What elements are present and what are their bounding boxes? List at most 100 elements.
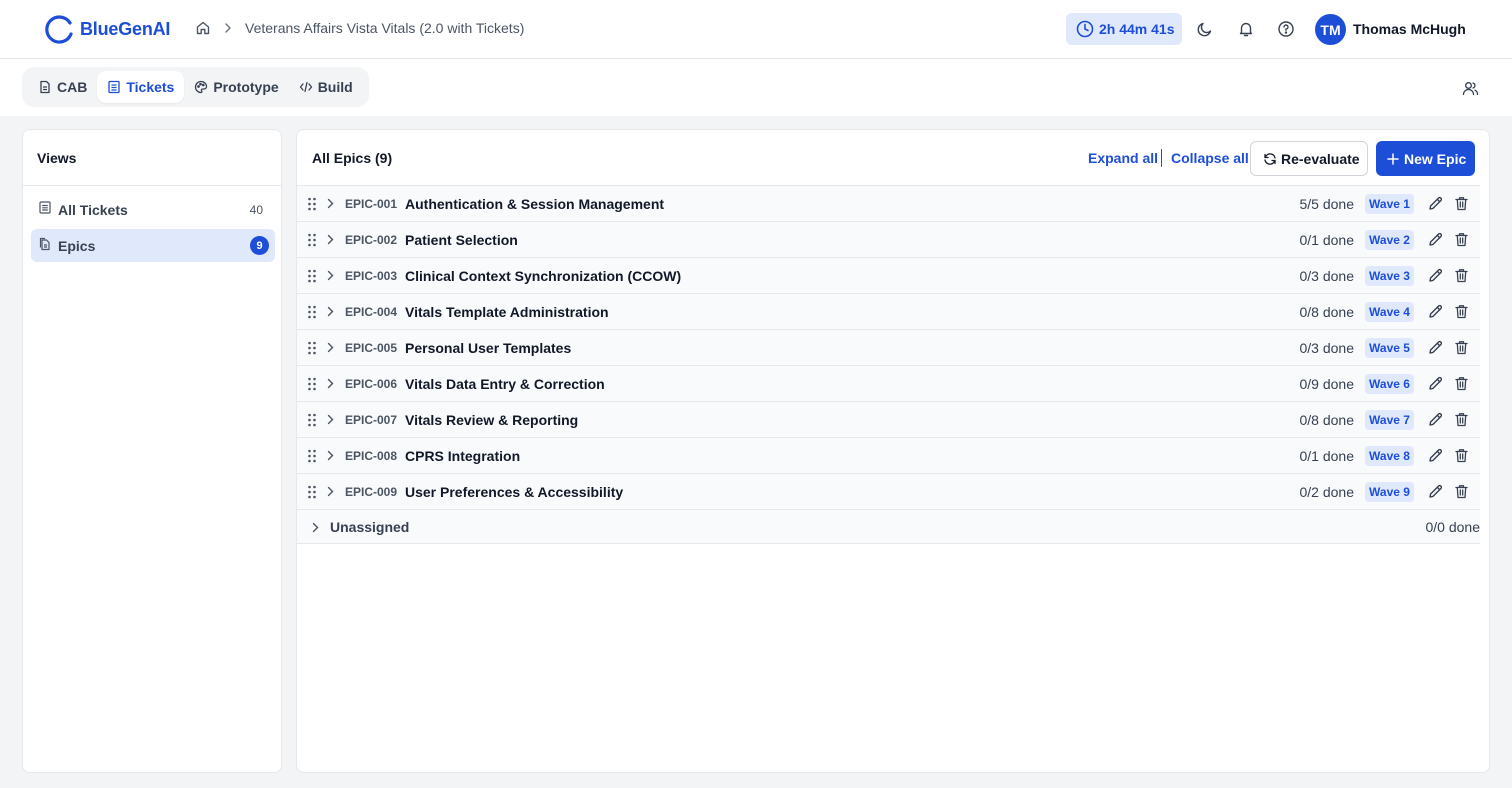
epic-progress: 0/1 done <box>1299 448 1355 464</box>
logo-icon <box>45 15 73 44</box>
users-icon[interactable] <box>1462 80 1479 97</box>
home-icon[interactable] <box>195 20 211 36</box>
pencil-icon[interactable] <box>1428 484 1443 499</box>
epic-progress: 5/5 done <box>1299 196 1355 212</box>
pencil-icon[interactable] <box>1428 340 1443 355</box>
pencil-icon[interactable] <box>1428 304 1443 319</box>
tab-prototype[interactable]: Prototype <box>184 71 288 103</box>
drag-handle-icon[interactable] <box>307 413 317 427</box>
code-icon <box>299 81 312 93</box>
drag-handle-icon[interactable] <box>307 377 317 391</box>
new-epic-button[interactable]: New Epic <box>1376 141 1475 176</box>
unassigned-label: Unassigned <box>330 519 410 535</box>
trash-icon[interactable] <box>1455 448 1468 463</box>
trash-icon[interactable] <box>1455 484 1468 499</box>
epic-id: EPIC-006 <box>345 377 398 391</box>
wave-badge: Wave 7 <box>1365 410 1414 430</box>
drag-handle-icon[interactable] <box>307 233 317 247</box>
epic-row[interactable]: EPIC-008 CPRS Integration 0/1 done Wave … <box>297 437 1480 473</box>
unassigned-group[interactable]: Unassigned 0/0 done <box>297 509 1480 544</box>
plus-icon <box>1387 152 1399 165</box>
palette-icon <box>195 80 208 94</box>
breadcrumb-project[interactable]: Veterans Affairs Vista Vitals (2.0 with … <box>245 20 524 36</box>
breadcrumb: Veterans Affairs Vista Vitals (2.0 with … <box>195 20 524 36</box>
wave-badge: Wave 6 <box>1365 374 1414 394</box>
drag-handle-icon[interactable] <box>307 197 317 211</box>
pencil-icon[interactable] <box>1428 448 1443 463</box>
moon-icon[interactable] <box>1196 20 1214 38</box>
drag-handle-icon[interactable] <box>307 305 317 319</box>
epic-row[interactable]: EPIC-005 Personal User Templates 0/3 don… <box>297 329 1480 365</box>
pencil-icon[interactable] <box>1428 376 1443 391</box>
trash-icon[interactable] <box>1455 412 1468 427</box>
collapse-all-button[interactable]: Collapse all <box>1171 150 1249 166</box>
chevron-right-icon[interactable] <box>324 377 337 390</box>
chevron-right-icon[interactable] <box>309 521 322 534</box>
pencil-icon[interactable] <box>1428 412 1443 427</box>
sidebar-item-count-badge: 9 <box>250 236 269 255</box>
unassigned-progress: 0/0 done <box>1425 519 1481 535</box>
sidebar-item-count: 40 <box>249 202 263 217</box>
chevron-right-icon[interactable] <box>324 413 337 426</box>
refresh-icon <box>1264 152 1276 165</box>
epic-title: CPRS Integration <box>405 448 521 464</box>
chevron-right-icon[interactable] <box>324 233 337 246</box>
tab-label: Build <box>317 79 353 95</box>
tab-build[interactable]: Build <box>289 71 363 103</box>
wave-badge: Wave 2 <box>1365 230 1414 250</box>
app-logo[interactable]: BlueGenAI <box>44 14 170 44</box>
epic-row[interactable]: EPIC-002 Patient Selection 0/1 done Wave… <box>297 221 1480 257</box>
bell-icon[interactable] <box>1237 20 1255 38</box>
drag-handle-icon[interactable] <box>307 341 317 355</box>
chevron-right-icon[interactable] <box>324 341 337 354</box>
tab-label: CAB <box>57 79 88 95</box>
pencil-icon[interactable] <box>1428 268 1443 283</box>
new-epic-label: New Epic <box>1404 150 1467 167</box>
epic-row[interactable]: EPIC-003 Clinical Context Synchronizatio… <box>297 257 1480 293</box>
clock-icon <box>1076 20 1094 38</box>
sidebar-item-all-tickets[interactable]: All Tickets 40 <box>31 193 275 226</box>
pencil-icon[interactable] <box>1428 196 1443 211</box>
sidebar-item-label: All Tickets <box>58 201 128 218</box>
wave-badge: Wave 4 <box>1365 302 1414 322</box>
sidebar-item-epics[interactable]: Epics 9 <box>31 229 275 262</box>
epic-row[interactable]: EPIC-006 Vitals Data Entry & Correction … <box>297 365 1480 401</box>
chevron-right-icon[interactable] <box>324 269 337 282</box>
drag-handle-icon[interactable] <box>307 485 317 499</box>
wave-badge: Wave 8 <box>1365 446 1414 466</box>
chevron-right-icon[interactable] <box>324 485 337 498</box>
epic-title: Authentication & Session Management <box>405 196 665 212</box>
trash-icon[interactable] <box>1455 268 1468 283</box>
trash-icon[interactable] <box>1455 376 1468 391</box>
epic-row[interactable]: EPIC-007 Vitals Review & Reporting 0/8 d… <box>297 401 1480 437</box>
tab-label: Prototype <box>213 79 279 95</box>
help-icon[interactable] <box>1277 20 1295 38</box>
epic-id: EPIC-007 <box>345 413 398 427</box>
drag-handle-icon[interactable] <box>307 269 317 283</box>
epic-row[interactable]: EPIC-001 Authentication & Session Manage… <box>297 185 1480 221</box>
drag-handle-icon[interactable] <box>307 449 317 463</box>
chevron-right-icon[interactable] <box>324 197 337 210</box>
trash-icon[interactable] <box>1455 196 1468 211</box>
tab-tickets[interactable]: Tickets <box>97 71 185 103</box>
avatar[interactable]: TM <box>1315 14 1346 45</box>
expand-all-button[interactable]: Expand all <box>1088 150 1158 166</box>
trash-icon[interactable] <box>1455 340 1468 355</box>
epic-id: EPIC-002 <box>345 233 398 247</box>
tab-cab[interactable]: CAB <box>28 71 97 103</box>
documents-icon <box>39 237 50 251</box>
user-name[interactable]: Thomas McHugh <box>1353 21 1466 37</box>
trash-icon[interactable] <box>1455 304 1468 319</box>
wave-badge: Wave 1 <box>1365 194 1414 214</box>
epic-row[interactable]: EPIC-009 User Preferences & Accessibilit… <box>297 473 1480 509</box>
tab-group: CAB Tickets Prototype Build <box>22 67 369 107</box>
epic-title: Vitals Template Administration <box>405 304 609 320</box>
list-icon <box>39 201 51 214</box>
chevron-right-icon[interactable] <box>324 449 337 462</box>
trash-icon[interactable] <box>1455 232 1468 247</box>
reevaluate-button[interactable]: Re-evaluate <box>1250 141 1368 176</box>
reevaluate-label: Re-evaluate <box>1281 150 1360 167</box>
pencil-icon[interactable] <box>1428 232 1443 247</box>
epic-row[interactable]: EPIC-004 Vitals Template Administration … <box>297 293 1480 329</box>
chevron-right-icon[interactable] <box>324 305 337 318</box>
